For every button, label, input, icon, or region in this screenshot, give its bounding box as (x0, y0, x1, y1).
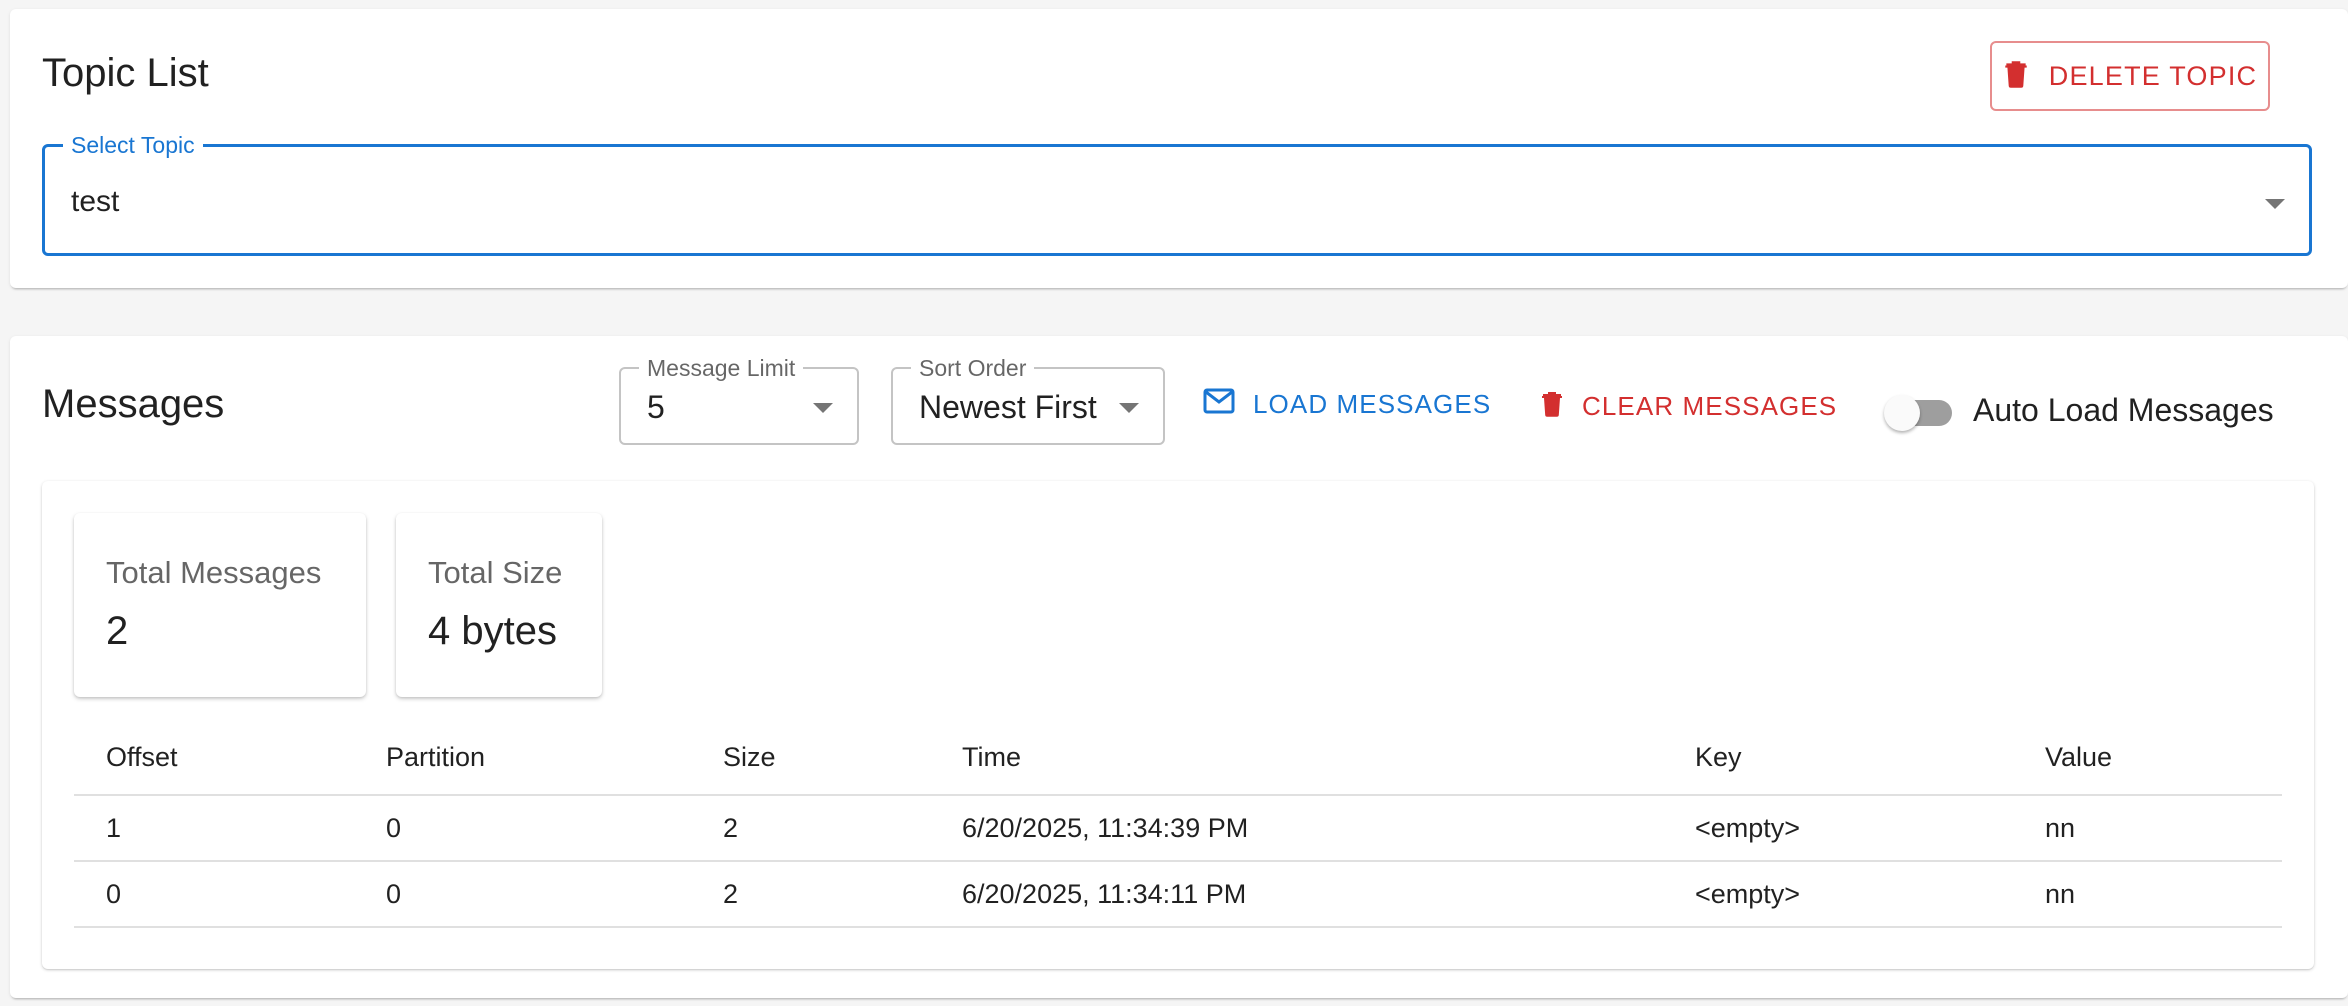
auto-load-label: Auto Load Messages (1973, 392, 2274, 428)
delete-topic-label: DELETE TOPIC (2048, 60, 2258, 91)
topic-list-title: Topic List (42, 51, 209, 95)
column-header-offset: Offset (74, 721, 354, 796)
total-size-value: 4 bytes (428, 609, 557, 653)
sort-order-label: Sort Order (911, 357, 1035, 380)
topic-select[interactable]: Select Topic test (42, 134, 2312, 256)
cell-key: <empty> (1663, 795, 2013, 862)
cell-partition: 0 (354, 795, 691, 862)
message-limit-select[interactable]: Message Limit 5 (619, 357, 859, 445)
cell-size: 2 (691, 861, 930, 928)
table-row: 0 0 2 6/20/2025, 11:34:11 PM <empty> nn (74, 861, 2282, 928)
clear-messages-label: CLEAR MESSAGES (1582, 391, 1838, 421)
load-messages-label: LOAD MESSAGES (1253, 389, 1492, 419)
mail-icon (1203, 388, 1235, 421)
delete-topic-button[interactable]: DELETE TOPIC (1990, 41, 2270, 111)
column-header-time: Time (930, 721, 1663, 796)
clear-messages-button[interactable]: CLEAR MESSAGES (1540, 388, 1837, 425)
message-limit-value: 5 (647, 389, 665, 425)
cell-offset: 1 (74, 795, 354, 862)
cell-size: 2 (691, 795, 930, 862)
message-limit-label: Message Limit (639, 357, 804, 380)
total-size-label: Total Size (428, 555, 563, 590)
messages-card: Messages Message Limit 5 Sort Order Newe… (10, 336, 2348, 998)
cell-key: <empty> (1663, 861, 2013, 928)
cell-value: nn (2013, 795, 2282, 862)
cell-time: 6/20/2025, 11:34:39 PM (930, 795, 1663, 862)
messages-panel: Total Messages 2 Total Size 4 bytes Offs… (42, 481, 2314, 969)
column-header-key: Key (1663, 721, 2013, 796)
cell-value: nn (2013, 861, 2282, 928)
trash-icon (2003, 58, 2029, 95)
total-messages-label: Total Messages (106, 555, 322, 590)
trash-icon (1540, 388, 1564, 425)
caret-down-icon (1119, 403, 1139, 413)
column-header-size: Size (691, 721, 930, 796)
messages-table: Offset Partition Size Time Key Value 1 0… (74, 721, 2282, 928)
topic-list-card: Topic List DELETE TOPIC Select Topic tes… (10, 9, 2348, 288)
cell-offset: 0 (74, 861, 354, 928)
sort-order-value: Newest First (919, 389, 1097, 425)
column-header-value: Value (2013, 721, 2282, 796)
sort-order-select[interactable]: Sort Order Newest First (891, 357, 1165, 445)
total-messages-card: Total Messages 2 (74, 513, 366, 697)
total-size-card: Total Size 4 bytes (396, 513, 602, 697)
total-messages-value: 2 (106, 609, 129, 653)
cell-partition: 0 (354, 861, 691, 928)
caret-down-icon (813, 403, 833, 413)
cell-time: 6/20/2025, 11:34:11 PM (930, 861, 1663, 928)
table-header-row: Offset Partition Size Time Key Value (74, 721, 2282, 796)
table-row: 1 0 2 6/20/2025, 11:34:39 PM <empty> nn (74, 795, 2282, 862)
toggle-thumb (1884, 395, 1920, 431)
column-header-partition: Partition (354, 721, 691, 796)
topic-select-label: Select Topic (63, 134, 203, 157)
auto-load-toggle[interactable] (1880, 392, 1960, 432)
load-messages-button[interactable]: LOAD MESSAGES (1203, 388, 1491, 421)
caret-down-icon (2265, 199, 2285, 209)
topic-select-value: test (71, 185, 120, 218)
messages-title: Messages (42, 382, 225, 426)
